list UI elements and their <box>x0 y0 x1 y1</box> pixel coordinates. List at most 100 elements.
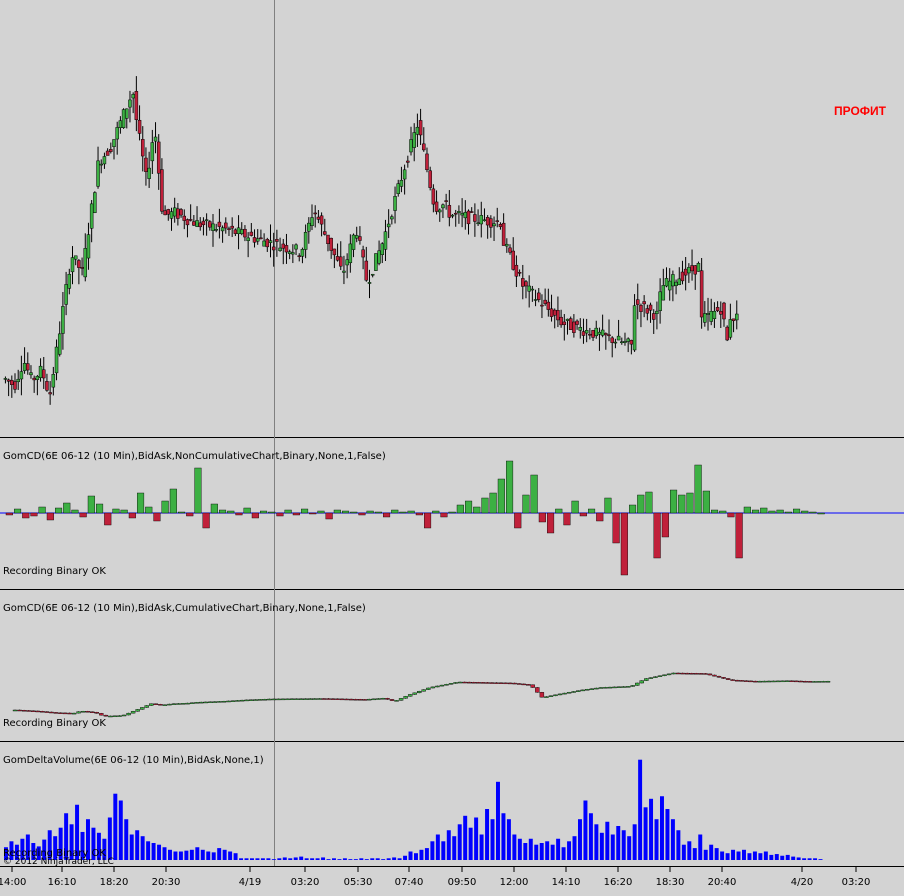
volume-bar <box>184 850 189 860</box>
volume-bar <box>211 852 216 860</box>
delta-bar <box>87 495 95 514</box>
delta-bar <box>661 512 669 538</box>
candle-body <box>610 337 614 343</box>
candle-body <box>626 338 630 342</box>
volume-bar <box>610 834 615 860</box>
candle-body <box>70 257 75 273</box>
x-tick-label: 05:30 <box>344 877 373 888</box>
candle-body <box>316 216 321 220</box>
cum-body <box>326 698 331 700</box>
cum-body <box>30 710 36 712</box>
candle-body <box>639 305 643 312</box>
cum-body <box>108 715 113 718</box>
cum-body <box>462 681 467 684</box>
cum-body <box>267 698 272 701</box>
candle-body <box>303 231 308 250</box>
cum-body <box>358 699 363 701</box>
volume-bar <box>736 851 741 860</box>
volume-bar <box>556 838 561 860</box>
cum-body <box>258 699 263 701</box>
cum-body <box>821 681 826 683</box>
volume-bar <box>796 857 801 860</box>
delta-bar <box>415 512 423 516</box>
volume-bar <box>479 834 484 860</box>
delta-bar <box>136 492 145 514</box>
candle-body <box>498 223 503 227</box>
delta-bar <box>711 509 719 514</box>
cum-body <box>630 685 635 687</box>
volume-bar <box>348 859 353 860</box>
volume-bar <box>195 847 200 860</box>
delta-bar <box>547 512 555 534</box>
delta-bar <box>391 509 399 514</box>
volume-bar <box>140 836 145 860</box>
cum-body <box>516 683 522 685</box>
cum-body <box>230 700 236 702</box>
cum-body <box>471 682 476 684</box>
volume-bar <box>304 858 309 860</box>
volume-bar <box>698 834 703 860</box>
volume-bar <box>244 858 249 860</box>
cum-body <box>721 677 726 679</box>
delta-bar <box>571 500 579 514</box>
volume-bar <box>791 856 796 860</box>
volume-bar <box>692 848 697 860</box>
candle-body <box>300 249 305 257</box>
delta-bar <box>514 512 522 529</box>
candle-body <box>696 263 701 272</box>
delta-bar <box>653 512 661 559</box>
cum-body <box>158 704 163 706</box>
volume-bar <box>599 832 604 860</box>
candle-body <box>99 163 103 166</box>
cum-body <box>498 682 504 684</box>
candle-body <box>57 333 62 355</box>
cum-body <box>594 687 599 690</box>
candle-body <box>565 318 570 321</box>
volume-bar <box>539 843 544 860</box>
delta-bar <box>481 497 489 514</box>
delta-bar <box>194 467 202 514</box>
candle-body <box>409 139 413 153</box>
delta-bar <box>702 490 710 514</box>
cum-body <box>803 680 808 683</box>
volume-bar <box>239 858 244 860</box>
delta-bar <box>694 464 702 514</box>
volume-bar <box>157 844 162 860</box>
volume-bar <box>250 858 254 860</box>
delta-bar <box>604 497 612 514</box>
candle-body <box>425 153 429 170</box>
volume-bar <box>419 849 424 860</box>
delta-bar <box>325 512 333 520</box>
delta-bar <box>432 510 440 514</box>
candle-body <box>680 271 685 282</box>
volume-bar <box>785 854 790 860</box>
candle-body <box>731 318 736 322</box>
volume-bar <box>381 859 386 860</box>
cum-body <box>784 680 790 682</box>
volume-bar <box>588 813 593 860</box>
cum-body <box>503 682 508 685</box>
candle-body <box>287 251 292 254</box>
cum-body <box>203 701 208 704</box>
delta-bar <box>522 494 530 514</box>
cum-body <box>739 680 744 682</box>
volume-bar <box>769 854 774 860</box>
candle-body <box>271 246 276 251</box>
cum-body <box>789 680 794 682</box>
candle-body <box>249 231 254 236</box>
cum-body <box>798 680 803 683</box>
candle-body <box>715 307 720 311</box>
cum-body <box>412 692 417 695</box>
delta-bar <box>268 511 276 514</box>
candle-body <box>422 143 426 151</box>
volume-bar <box>217 848 222 860</box>
delta-bar <box>112 508 120 514</box>
cum-body <box>221 700 227 703</box>
volume-bar <box>146 841 151 860</box>
cum-body <box>494 682 499 684</box>
candle-body <box>294 244 298 250</box>
delta-bar <box>719 510 727 514</box>
delta-bar <box>579 512 587 517</box>
candle-body <box>6 379 11 382</box>
delta-bar <box>260 510 268 514</box>
